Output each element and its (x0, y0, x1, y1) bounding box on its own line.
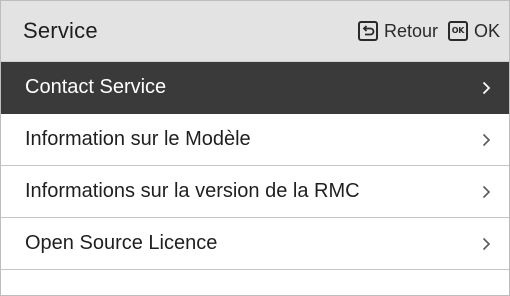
menu-item-label: Open Source Licence (25, 232, 218, 254)
header-actions: Retour OK OK (357, 20, 500, 42)
ok-label: OK (473, 20, 500, 41)
back-button[interactable]: Retour (357, 20, 438, 42)
page-title: Service (23, 18, 98, 43)
chevron-right-icon (479, 81, 493, 95)
ok-key-icon: OK (447, 21, 468, 41)
ok-key-icon-text: OK (451, 26, 465, 35)
service-menu: Contact Service Information sur le Modèl… (1, 62, 509, 270)
back-arrow-icon (357, 21, 378, 41)
menu-item-label: Information sur le Modèle (25, 128, 251, 150)
menu-item-label: Contact Service (25, 76, 167, 98)
menu-item-rmc-version[interactable]: Informations sur la version de la RMC (1, 166, 509, 218)
chevron-right-icon (479, 237, 493, 251)
back-label: Retour (383, 20, 438, 41)
menu-item-contact-service[interactable]: Contact Service (1, 62, 509, 114)
menu-item-label: Informations sur la version de la RMC (25, 180, 360, 202)
chevron-right-icon (479, 133, 493, 147)
service-screen: Service Retour OK OK Contact Service Inf… (0, 0, 510, 296)
menu-item-open-source-licence[interactable]: Open Source Licence (1, 218, 509, 270)
header-bar: Service Retour OK OK (1, 1, 509, 62)
chevron-right-icon (479, 185, 493, 199)
menu-item-model-information[interactable]: Information sur le Modèle (1, 114, 509, 166)
ok-button[interactable]: OK OK (447, 20, 500, 42)
